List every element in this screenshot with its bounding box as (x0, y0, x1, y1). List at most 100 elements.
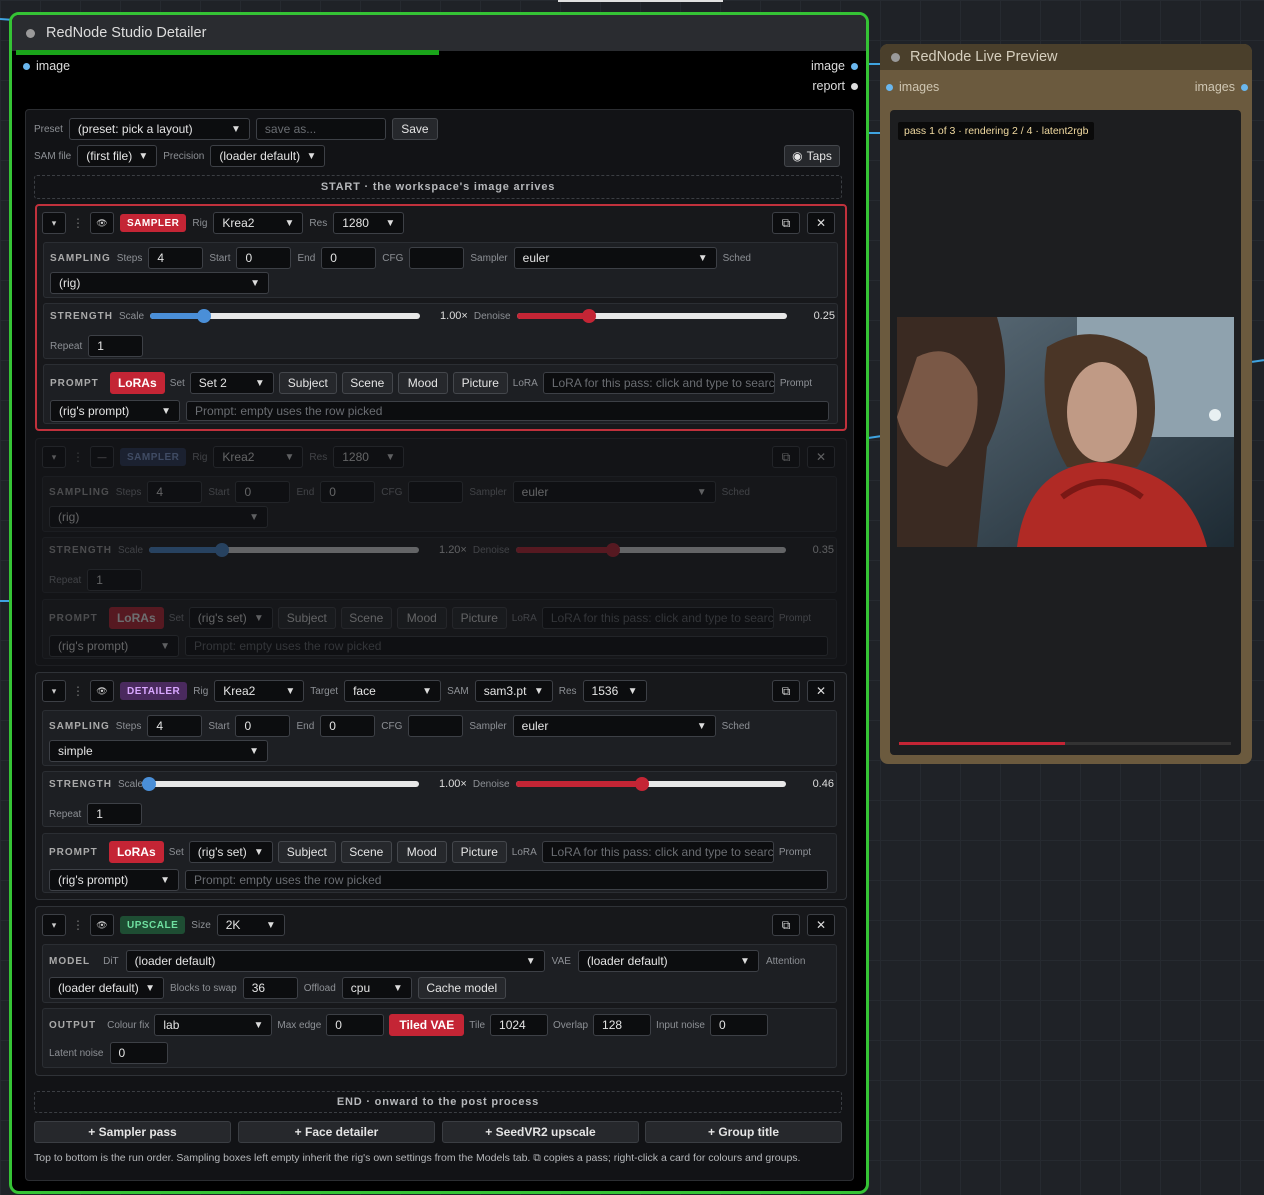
picture-button[interactable]: Picture (451, 841, 507, 863)
drag-handle-icon[interactable]: ⋮ (72, 918, 84, 932)
repeat-input[interactable]: 1 (88, 335, 144, 357)
copy-pass-icon[interactable]: ⧉ (772, 680, 800, 702)
picture-button[interactable]: Picture (451, 607, 507, 629)
scheduler-select[interactable]: (rig) ▼ (50, 272, 269, 294)
taps-button[interactable]: ◉ Taps (784, 145, 840, 167)
drag-handle-icon[interactable]: ⋮ (72, 684, 84, 698)
output-slot-images[interactable]: images (1195, 80, 1248, 94)
close-icon[interactable]: ✕ (807, 212, 835, 234)
res-select[interactable]: 1280 ▼ (333, 212, 405, 234)
res-select[interactable]: 1280 ▼ (333, 446, 405, 468)
start-input[interactable]: 0 (235, 481, 291, 503)
scheduler-select[interactable]: (rig) ▼ (49, 506, 268, 528)
tile-input[interactable]: 1024 (490, 1014, 549, 1036)
loras-button[interactable]: LoRAs (109, 372, 165, 394)
subject-button[interactable]: Subject (277, 841, 336, 863)
steps-input[interactable]: 4 (147, 715, 203, 737)
close-icon[interactable]: ✕ (807, 446, 835, 468)
loras-button[interactable]: LoRAs (108, 841, 164, 863)
picture-button[interactable]: Picture (452, 372, 508, 394)
dit-select[interactable]: (loader default) ▼ (125, 950, 545, 972)
rig-select[interactable]: Krea2 ▼ (214, 680, 305, 702)
drag-handle-icon[interactable]: ⋮ (72, 216, 84, 230)
res-select[interactable]: 1536 ▼ (582, 680, 647, 702)
cache-model-button[interactable]: Cache model (417, 977, 506, 999)
start-input[interactable]: 0 (236, 247, 292, 269)
add-seedvr2-upscale-button[interactable]: + SeedVR2 upscale (442, 1121, 639, 1143)
sam-file-select[interactable]: (first file) ▼ (77, 145, 158, 167)
lora-search-input[interactable]: LoRA for this pass: click and type to se… (542, 372, 775, 394)
steps-input[interactable]: 4 (147, 481, 203, 503)
scene-button[interactable]: Scene (341, 372, 393, 394)
end-input[interactable]: 0 (320, 715, 376, 737)
eye-icon[interactable]: 👁 (90, 212, 114, 234)
preset-select[interactable]: (preset: pick a layout) ▼ (68, 118, 250, 140)
slider-knob[interactable] (142, 777, 157, 791)
rig-select[interactable]: Krea2 ▼ (213, 446, 304, 468)
sampler-select[interactable]: euler ▼ (513, 247, 717, 269)
collapse-chevron-icon[interactable]: ▾ (42, 680, 66, 702)
input-slot-images[interactable]: images (886, 80, 939, 94)
save-button[interactable]: Save (391, 118, 438, 140)
prompt-input[interactable]: Prompt: empty uses the row picked (185, 636, 828, 656)
add-group-title-button[interactable]: + Group title (645, 1121, 842, 1143)
sampler-select[interactable]: euler ▼ (512, 715, 716, 737)
slider-knob[interactable] (605, 543, 620, 557)
prompt-row-select[interactable]: (rig's prompt) ▼ (49, 869, 179, 891)
copy-pass-icon[interactable]: ⧉ (772, 212, 800, 234)
scheduler-select[interactable]: simple ▼ (49, 740, 268, 762)
slider-knob[interactable] (197, 309, 212, 323)
mood-button[interactable]: Mood (397, 372, 448, 394)
end-input[interactable]: 0 (321, 247, 377, 269)
drag-handle-icon[interactable]: ⋮ (72, 450, 84, 464)
size-select[interactable]: 2K ▼ (216, 914, 285, 936)
copy-pass-icon[interactable]: ⧉ (772, 446, 800, 468)
eye-icon[interactable]: 👁 (90, 914, 114, 936)
sam-select[interactable]: sam3.pt ▼ (474, 680, 553, 702)
detailer-card[interactable]: ▾ ⋮ 👁 DETAILER Rig Krea2 ▼ Target face ▼ S… (35, 672, 847, 900)
start-input[interactable]: 0 (235, 715, 291, 737)
scale-slider[interactable] (142, 777, 420, 791)
collapse-chevron-icon[interactable]: ▾ (42, 446, 66, 468)
close-icon[interactable]: ✕ (807, 680, 835, 702)
upscale-card[interactable]: ▾ ⋮ 👁 UPSCALE Size 2K ▼ ⧉ ✕ MODEL DiT (lo… (35, 906, 847, 1076)
scale-slider[interactable] (149, 543, 420, 557)
denoise-slider[interactable] (516, 309, 787, 323)
output-slot-report[interactable]: report (812, 79, 858, 93)
save-as-input[interactable]: save as... (255, 118, 386, 140)
steps-input[interactable]: 4 (148, 247, 204, 269)
live-preview-node[interactable]: RedNode Live Preview images images pass … (880, 44, 1252, 764)
scale-slider[interactable] (150, 309, 421, 323)
add-sampler-pass-button[interactable]: + Sampler pass (34, 1121, 231, 1143)
subject-button[interactable]: Subject (278, 372, 337, 394)
set-select[interactable]: (rig's set) ▼ (188, 841, 273, 863)
collapse-dot-icon[interactable] (891, 52, 900, 62)
input-slot-image[interactable]: image (23, 59, 70, 73)
max-edge-input[interactable]: 0 (326, 1014, 385, 1036)
precision-select[interactable]: (loader default) ▼ (210, 145, 326, 167)
collapse-dot-icon[interactable] (26, 28, 35, 38)
eye-icon[interactable]: 👁 (90, 680, 114, 702)
target-select[interactable]: face ▼ (344, 680, 442, 702)
offload-select[interactable]: cpu ▼ (341, 977, 412, 999)
slider-knob[interactable] (582, 309, 597, 323)
studio-detailer-node[interactable]: RedNode Studio Detailer image image repo… (9, 12, 869, 1194)
denoise-slider[interactable] (515, 543, 786, 557)
scene-button[interactable]: Scene (340, 607, 392, 629)
denoise-slider[interactable] (515, 777, 786, 791)
latent-noise-input[interactable]: 0 (109, 1042, 168, 1064)
prompt-input[interactable]: Prompt: empty uses the row picked (186, 401, 829, 421)
cfg-input[interactable] (409, 247, 465, 269)
sampler-select[interactable]: euler ▼ (512, 481, 716, 503)
slider-knob[interactable] (635, 777, 650, 791)
slider-knob[interactable] (214, 543, 229, 557)
collapse-chevron-icon[interactable]: ▾ (42, 212, 66, 234)
set-select[interactable]: Set 2 ▼ (189, 372, 274, 394)
subject-button[interactable]: Subject (277, 607, 336, 629)
blocks-input[interactable]: 36 (242, 977, 298, 999)
lora-search-input[interactable]: LoRA for this pass: click and type to se… (541, 607, 774, 629)
lora-search-input[interactable]: LoRA for this pass: click and type to se… (541, 841, 774, 863)
loras-button[interactable]: LoRAs (108, 607, 164, 629)
cfg-input[interactable] (408, 481, 464, 503)
input-noise-input[interactable]: 0 (709, 1014, 768, 1036)
